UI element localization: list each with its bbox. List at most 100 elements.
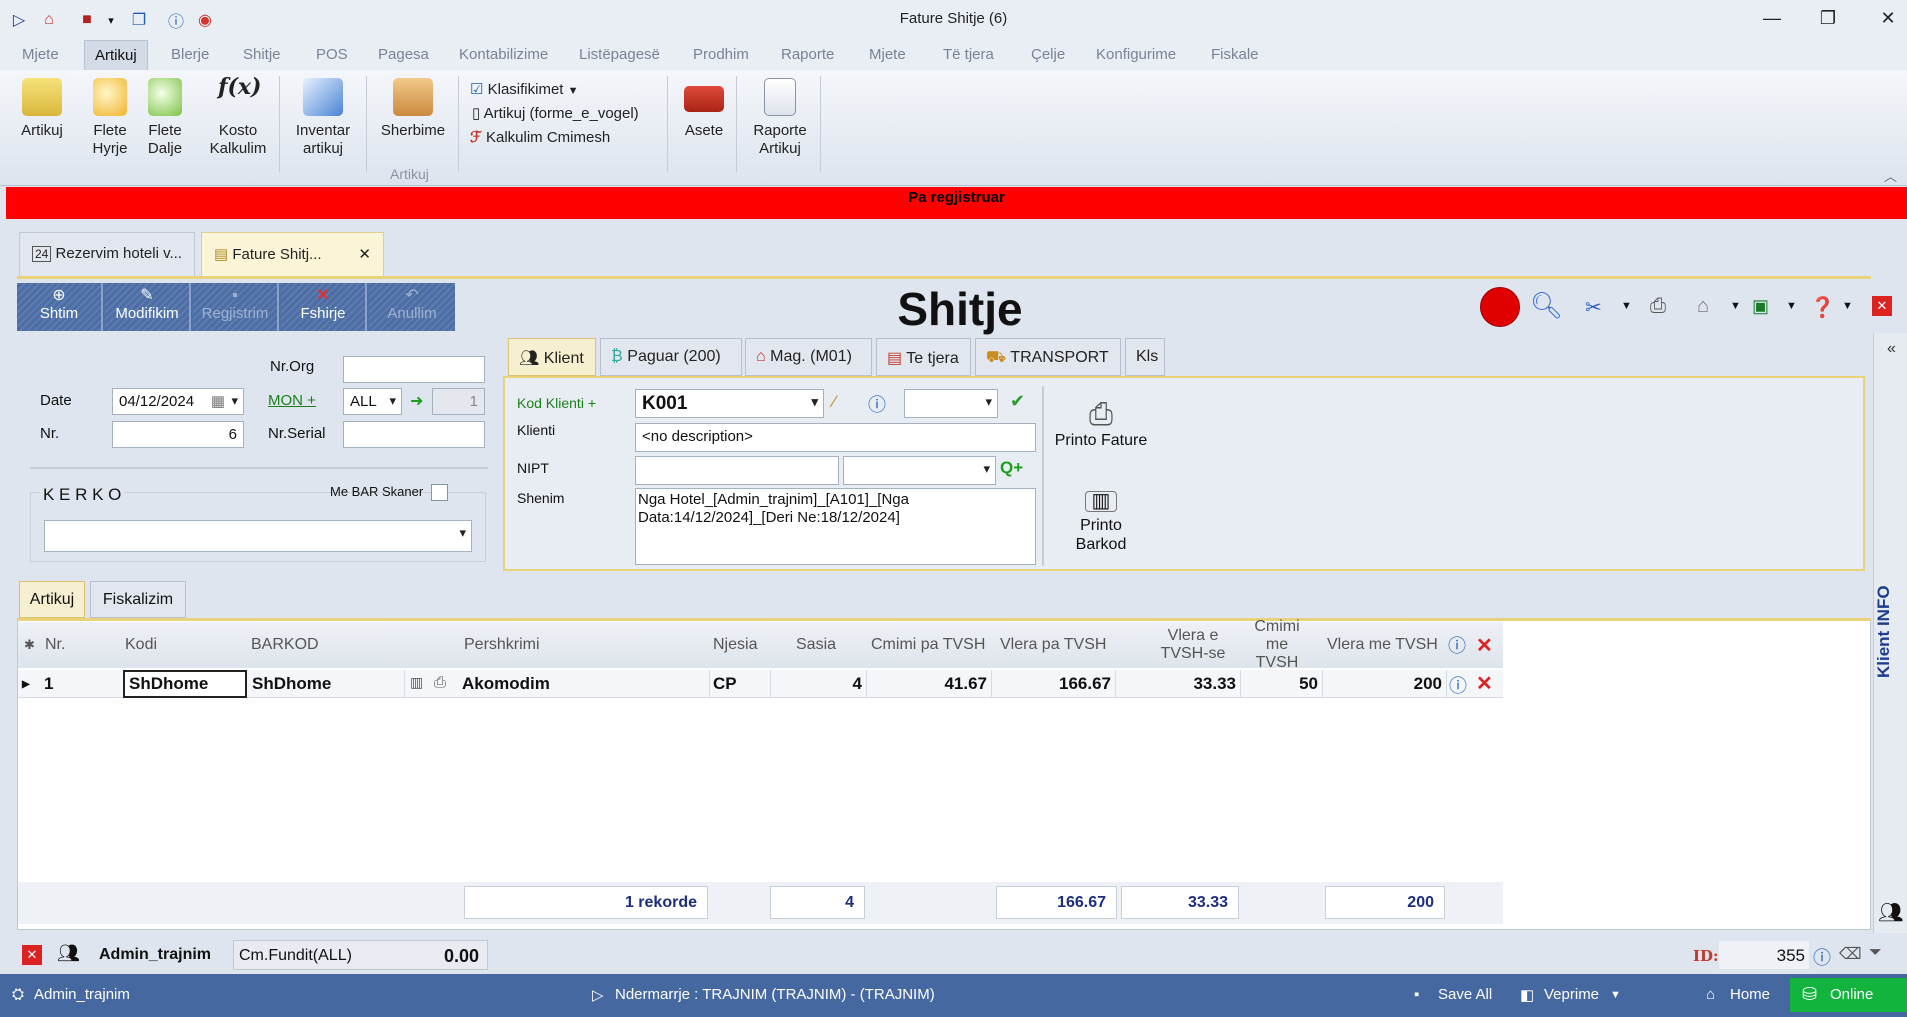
close-tab-icon[interactable]: ✕ <box>358 245 371 263</box>
cell-sasia[interactable]: 4 <box>771 670 867 698</box>
eraser-icon[interactable]: ⌫ <box>1839 944 1862 964</box>
close-form-icon[interactable]: ✕ <box>1872 296 1892 316</box>
search-icon[interactable]: 🔍︎ <box>1530 290 1563 321</box>
collapse-left-icon[interactable]: « <box>1887 340 1896 358</box>
save-all-button[interactable]: Save All <box>1438 986 1492 1003</box>
row-delete-icon[interactable]: ✕ <box>1476 671 1493 696</box>
info-icon[interactable]: ⓘ <box>1448 622 1466 668</box>
col-njesia[interactable]: Njesia <box>713 622 757 668</box>
col-kodi[interactable]: Kodi <box>125 622 157 668</box>
kalkulim-cmimesh-button[interactable]: ℱ Kalkulim Cmimesh <box>470 128 610 146</box>
menu-prodhim[interactable]: Prodhim <box>693 46 749 63</box>
tab-klient[interactable]: 👥︎ Klient <box>508 338 596 376</box>
shtim-button[interactable]: ⊕ Shtim <box>17 283 103 331</box>
menu-artikuj[interactable]: Artikuj <box>84 40 148 70</box>
menu-mjete[interactable]: Mjete <box>22 46 59 63</box>
col-cmimi-pa-tvsh[interactable]: Cmimi pa TVSH <box>871 622 985 668</box>
cell-vlera-tvsh[interactable]: 33.33 <box>1116 670 1241 698</box>
tab-artikuj[interactable]: Artikuj <box>19 581 85 618</box>
cell-barkod[interactable]: ShDhome <box>250 670 405 698</box>
currency-select[interactable]: ALL <box>343 388 402 415</box>
col-nr[interactable]: Nr. <box>45 622 65 668</box>
menu-konfigurime[interactable]: Konfigurime <box>1096 46 1176 63</box>
artikuj-button[interactable]: Artikuj <box>16 78 68 140</box>
cell-njesia[interactable]: CP <box>711 670 771 698</box>
menu-kontabilizime[interactable]: Kontabilizime <box>459 46 548 63</box>
kod-klienti-label[interactable]: Kod Klienti + <box>517 395 596 411</box>
minimize-icon[interactable]: — <box>1752 4 1792 32</box>
close-window-icon[interactable]: ✕ <box>1868 4 1907 32</box>
nrserial-input[interactable] <box>343 421 485 448</box>
funnel-icon[interactable]: ⏷ <box>1869 944 1882 962</box>
nr-input[interactable]: 6 <box>112 421 244 448</box>
kerko-search-combo[interactable] <box>44 520 472 552</box>
restore-icon[interactable]: ❐ <box>1808 4 1848 32</box>
info-icon[interactable]: ⓘ <box>868 391 886 417</box>
col-barkod[interactable]: BARKOD <box>251 622 319 668</box>
tab-fature-shitje[interactable]: ▤ Fature Shitj... ✕ <box>201 232 384 277</box>
close-icon[interactable]: ✕ <box>22 945 42 965</box>
tab-transport[interactable]: ⛟ TRANSPORT <box>975 338 1121 376</box>
dropdown-icon[interactable]: ▼ <box>1610 989 1621 1001</box>
tab-magazina[interactable]: ⌂ Mag. (M01) <box>745 338 872 376</box>
tools-icon[interactable]: ✂ <box>1585 295 1602 320</box>
menu-pagesa[interactable]: Pagesa <box>378 46 429 63</box>
klienti-input[interactable]: <no description> <box>635 423 1036 452</box>
tag-icon[interactable]: ⌂ <box>1697 295 1709 318</box>
tab-rezervim-hoteli[interactable]: 24 Rezervim hoteli v... <box>19 232 195 277</box>
col-pershkrimi[interactable]: Pershkrimi <box>464 622 540 668</box>
info-icon[interactable]: ⓘ <box>1813 944 1831 970</box>
menu-mjete-2[interactable]: Mjete <box>869 46 906 63</box>
col-vlera-pa-tvsh[interactable]: Vlera pa TVSH <box>1000 622 1106 668</box>
flete-hyrje-button[interactable]: Flete Hyrje <box>88 78 132 158</box>
flete-dalje-button[interactable]: Flete Dalje <box>143 78 187 158</box>
cell-vlera-pa-tvsh[interactable]: 166.67 <box>992 670 1116 698</box>
quick-add-button[interactable]: Q+ <box>1000 458 1023 478</box>
col-sasia[interactable]: Sasia <box>796 622 836 668</box>
cell-cmimi-me-tvsh[interactable]: 50 <box>1241 670 1323 698</box>
col-cmimi-me-tvsh[interactable]: Cmimi me TVSH <box>1243 618 1311 671</box>
menu-te-tjera[interactable]: Të tjera <box>943 46 994 63</box>
nrorg-input[interactable] <box>343 356 485 383</box>
arrow-right-icon[interactable]: ➜ <box>410 391 423 411</box>
tab-fiskalizim[interactable]: Fiskalizim <box>90 581 186 618</box>
kod-klienti-combo[interactable]: K001 <box>635 389 824 418</box>
menu-raporte[interactable]: Raporte <box>781 46 834 63</box>
row-info-icon[interactable]: ⓘ <box>1449 672 1467 698</box>
sherbime-button[interactable]: Sherbime <box>378 78 448 140</box>
bar-skaner-checkbox[interactable] <box>431 484 448 501</box>
help-icon[interactable]: ❓ <box>1810 295 1835 320</box>
cell-kodi[interactable]: ShDhome <box>123 670 247 698</box>
menu-blerje[interactable]: Blerje <box>171 46 209 63</box>
printer-icon[interactable]: ⎙ <box>1650 295 1666 318</box>
delete-column-icon[interactable]: ✕ <box>1476 622 1493 668</box>
col-vlera-tvsh[interactable]: Vlera e TVSH-se <box>1144 622 1242 668</box>
cell-pershkrimi[interactable]: Akomodim <box>460 670 710 698</box>
tab-te-tjera[interactable]: ▤ Te tjera <box>876 338 971 376</box>
cell-cmimi-pa-tvsh[interactable]: 41.67 <box>867 670 992 698</box>
check-circle-icon[interactable]: ✔ <box>1010 391 1025 412</box>
anullim-button[interactable]: ↶ Anullim <box>369 283 455 331</box>
shenim-textarea[interactable]: Nga Hotel_[Admin_trajnim]_[A101]_[Nga Da… <box>635 488 1036 565</box>
tab-paguar[interactable]: ₿ Paguar (200) <box>600 338 742 376</box>
broom-icon[interactable]: ⁄ <box>833 392 836 412</box>
printo-fature-button[interactable]: ⎙ Printo Fature <box>1050 398 1152 450</box>
nipt-type-combo[interactable] <box>843 456 996 485</box>
kosto-kalkulim-button[interactable]: f(x) Kosto Kalkulim <box>206 76 270 158</box>
menu-listepagese[interactable]: Listëpagesë <box>579 46 660 63</box>
barcode-icon[interactable]: ▥ <box>410 674 423 691</box>
exchange-rate-input[interactable]: 1 <box>432 388 485 415</box>
tab-kls[interactable]: Kls <box>1125 338 1165 376</box>
artikuj-forme-button[interactable]: ▯ Artikuj (forme_e_vogel) <box>472 104 639 122</box>
raporte-artikuj-button[interactable]: Raporte Artikuj <box>748 78 812 158</box>
fshirje-button[interactable]: ✕ Fshirje <box>281 283 367 331</box>
regjistrim-button[interactable]: ▪ Regjistrim <box>193 283 279 331</box>
menu-fiskale[interactable]: Fiskale <box>1211 46 1259 63</box>
klasifikimet-menu[interactable]: ☑ Klasifikimet ▼ <box>470 80 579 98</box>
dropdown-icon[interactable]: ▼ <box>1842 300 1853 312</box>
veprime-menu[interactable]: Veprime <box>1544 986 1599 1003</box>
cell-vlera-me-tvsh[interactable]: 200 <box>1323 670 1447 698</box>
dropdown-icon[interactable]: ▼ <box>1621 300 1632 312</box>
client-extra-combo[interactable] <box>904 389 998 418</box>
collapse-ribbon-icon[interactable]: ︿ <box>1884 166 1897 185</box>
